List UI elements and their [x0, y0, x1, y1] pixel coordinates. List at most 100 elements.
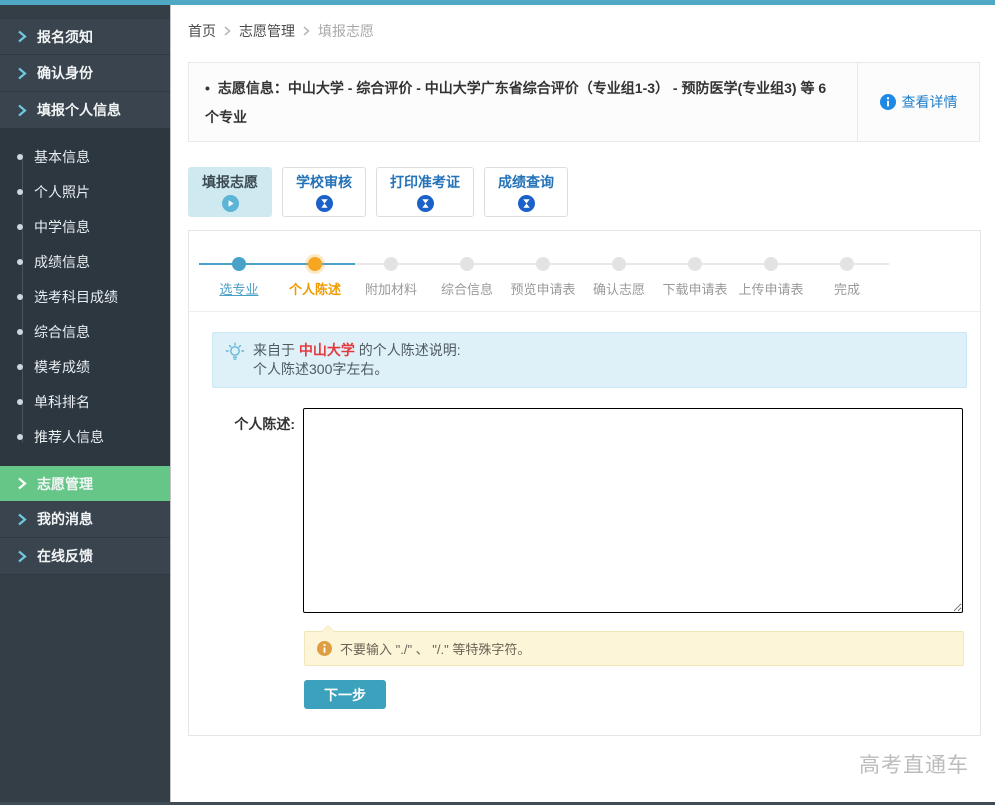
sidebar-item-signup-notice[interactable]: 报名须知: [0, 18, 170, 55]
chevron-right-icon: [17, 67, 27, 80]
notice-text: 来自于 中山大学 的个人陈述说明: 个人陈述300字左右。: [253, 341, 461, 379]
notice-suffix: 的个人陈述说明:: [355, 342, 461, 358]
sidebar-subitem-recommender-info[interactable]: 推荐人信息: [0, 419, 170, 454]
hourglass-icon: [417, 195, 434, 212]
chevron-right-icon: [224, 23, 231, 39]
application-info-text: • 志愿信息：中山大学 - 综合评价 - 中山大学广东省综合评价（专业组1-3） …: [189, 63, 857, 141]
sidebar-subitem-label: 单科排名: [34, 392, 90, 412]
breadcrumb-current: 填报志愿: [318, 21, 374, 41]
step-dot-4: [460, 257, 474, 271]
info-icon: [880, 94, 896, 110]
sidebar-item-label: 我的消息: [37, 509, 93, 529]
sidebar-subitem-subject-ranking[interactable]: 单科排名: [0, 384, 170, 419]
notice-body: 个人陈述300字左右。: [253, 361, 388, 377]
special-characters-warning: 不要输入 "./" 、 "/." 等特殊字符。: [304, 631, 964, 666]
tab-label: 成绩查询: [498, 172, 554, 192]
breadcrumb: 首页 志愿管理 填报志愿: [171, 5, 995, 41]
sidebar-item-label: 在线反馈: [37, 546, 93, 566]
personal-statement-row: 个人陈述:: [217, 408, 980, 613]
bullet-icon: [17, 364, 23, 370]
next-step-button[interactable]: 下一步: [304, 680, 386, 709]
tab-label: 学校审核: [296, 172, 352, 192]
sidebar-subitem-label: 成绩信息: [34, 252, 90, 272]
sidebar-subitem-comprehensive-info[interactable]: 综合信息: [0, 314, 170, 349]
step-label-finish: 完成: [787, 279, 907, 298]
bullet-icon: [17, 224, 23, 230]
breadcrumb-application-management[interactable]: 志愿管理: [239, 21, 295, 41]
step-dot-8: [764, 257, 778, 271]
bullet-icon: •: [205, 80, 210, 96]
warning-text: 不要输入 "./" 、 "/." 等特殊字符。: [340, 639, 530, 658]
tab-score-inquiry[interactable]: 成绩查询: [484, 167, 568, 217]
tab-label: 填报志愿: [202, 172, 258, 192]
sidebar-item-online-feedback[interactable]: 在线反馈: [0, 538, 170, 575]
notice-prefix: 来自于: [253, 342, 299, 358]
chevron-right-icon: [303, 23, 310, 39]
breadcrumb-home[interactable]: 首页: [188, 21, 216, 41]
application-info-banner: • 志愿信息：中山大学 - 综合评价 - 中山大学广东省综合评价（专业组1-3） …: [188, 62, 980, 142]
sidebar-subitem-school-info[interactable]: 中学信息: [0, 209, 170, 244]
chevron-right-icon: [17, 30, 27, 43]
sidebar-subitem-personal-photo[interactable]: 个人照片: [0, 174, 170, 209]
bullet-icon: [17, 434, 23, 440]
chevron-right-icon: [17, 104, 27, 117]
page: 报名须知 确认身份 填报个人信息 基本信息 个人照片 中学信息: [0, 0, 995, 805]
sidebar-subitem-label: 基本信息: [34, 147, 90, 167]
sidebar-subitem-mock-exam-scores[interactable]: 模考成绩: [0, 349, 170, 384]
sidebar-subitem-score-info[interactable]: 成绩信息: [0, 244, 170, 279]
lightbulb-icon: [225, 342, 245, 379]
application-card: 选专业 个人陈述 附加材料 综合信息 预览申请表 确认志愿 下载申请表 上传申请…: [188, 230, 981, 736]
hourglass-icon: [518, 195, 535, 212]
step-dot-1: [232, 257, 246, 271]
view-details-label: 查看详情: [902, 92, 958, 112]
application-info-label: 志愿信息：: [218, 80, 288, 96]
stepper-progress: [199, 263, 355, 265]
application-info-value: 中山大学 - 综合评价 - 中山大学广东省综合评价（专业组1-3） - 预防医学…: [205, 80, 826, 125]
sidebar-item-personal-info[interactable]: 填报个人信息: [0, 92, 170, 129]
step-dot-2: [308, 257, 322, 271]
sidebar-subitem-label: 选考科目成绩: [34, 287, 118, 307]
step-dot-6: [612, 257, 626, 271]
watermark-text: 高考直通车: [859, 749, 969, 779]
sidebar: 报名须知 确认身份 填报个人信息 基本信息 个人照片 中学信息: [0, 5, 170, 805]
bullet-icon: [17, 399, 23, 405]
progress-stepper: 选专业 个人陈述 附加材料 综合信息 预览申请表 确认志愿 下载申请表 上传申请…: [189, 231, 980, 312]
bullet-icon: [17, 189, 23, 195]
university-name: 中山大学: [299, 342, 355, 358]
view-details-link[interactable]: 查看详情: [857, 63, 979, 141]
tab-school-review[interactable]: 学校审核: [282, 167, 366, 217]
sidebar-subitem-label: 推荐人信息: [34, 427, 104, 447]
tab-label: 打印准考证: [390, 172, 460, 192]
personal-statement-textarea[interactable]: [303, 408, 963, 613]
chevron-right-icon: [17, 477, 27, 490]
step-dot-7: [688, 257, 702, 271]
sidebar-sub-menu: 基本信息 个人照片 中学信息 成绩信息 选考科目成绩 综合信息: [0, 129, 170, 466]
tab-fill-application[interactable]: 填报志愿: [188, 167, 272, 217]
sidebar-item-my-messages[interactable]: 我的消息: [0, 501, 170, 538]
personal-statement-label: 个人陈述:: [217, 414, 295, 613]
main-content: 首页 志愿管理 填报志愿 • 志愿信息：中山大学 - 综合评价 - 中山大学广东省…: [170, 5, 995, 805]
sidebar-subitem-elective-scores[interactable]: 选考科目成绩: [0, 279, 170, 314]
sidebar-item-label: 志愿管理: [37, 474, 93, 494]
sidebar-item-label: 确认身份: [37, 63, 93, 83]
step-dot-5: [536, 257, 550, 271]
sidebar-subitem-label: 中学信息: [34, 217, 90, 237]
step-dot-9: [840, 257, 854, 271]
tab-print-admission-ticket[interactable]: 打印准考证: [376, 167, 474, 217]
statement-instructions-notice: 来自于 中山大学 的个人陈述说明: 个人陈述300字左右。: [212, 332, 967, 388]
play-icon: [222, 195, 239, 212]
sidebar-item-application-management[interactable]: 志愿管理: [0, 466, 170, 501]
sidebar-item-confirm-identity[interactable]: 确认身份: [0, 55, 170, 92]
sidebar-item-label: 报名须知: [37, 27, 93, 47]
sidebar-subitem-label: 个人照片: [34, 182, 90, 202]
hourglass-icon: [316, 195, 333, 212]
top-accent-bar: [0, 0, 995, 5]
step-dot-3: [384, 257, 398, 271]
sidebar-item-label: 填报个人信息: [37, 100, 121, 120]
chevron-right-icon: [17, 550, 27, 563]
chevron-right-icon: [17, 513, 27, 526]
bullet-icon: [17, 154, 23, 160]
bullet-icon: [17, 294, 23, 300]
sidebar-subitem-basic-info[interactable]: 基本信息: [0, 139, 170, 174]
bullet-icon: [17, 259, 23, 265]
